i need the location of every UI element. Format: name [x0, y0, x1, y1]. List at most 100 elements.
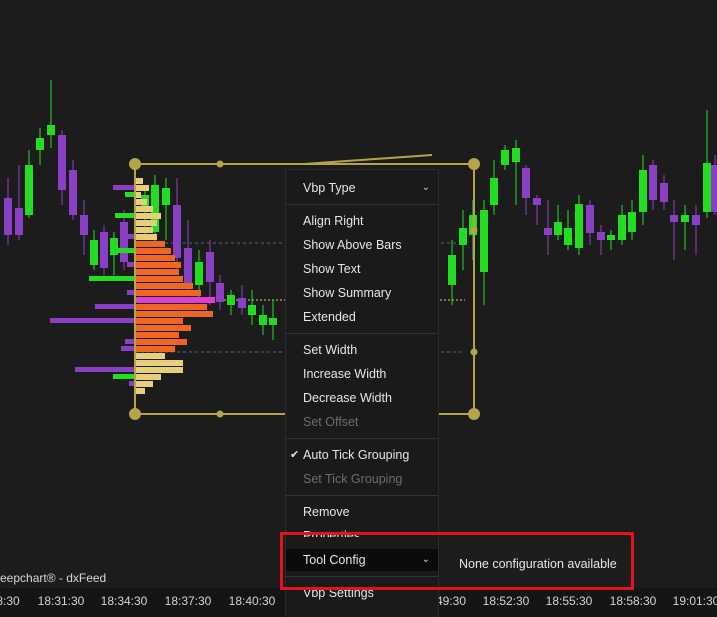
volume-profile-bar	[135, 367, 183, 373]
time-tick: 18:34:30	[100, 594, 148, 608]
volume-profile-bar	[135, 311, 213, 317]
volume-profile-delta-bar	[50, 318, 135, 323]
candle-body	[206, 252, 214, 282]
volume-profile-bar	[135, 374, 161, 380]
tool-trend-segment	[303, 154, 433, 165]
volume-profile-bar	[135, 388, 145, 394]
menu-item-auto-tick-grouping[interactable]: ✔ Auto Tick Grouping	[286, 444, 438, 466]
candle-body	[15, 208, 23, 235]
volume-profile-bar	[135, 206, 153, 212]
checkmark-icon: ✔	[290, 449, 300, 461]
time-tick: 18:31:30	[37, 594, 85, 608]
tool-handle	[470, 226, 478, 234]
candle-body	[681, 215, 689, 222]
volume-profile-delta-bar	[75, 367, 135, 372]
menu-item-extended[interactable]: Extended	[286, 306, 438, 328]
candle-body	[459, 228, 467, 245]
candle-body	[639, 170, 647, 212]
candle-body	[586, 205, 594, 233]
volume-profile-delta-bar	[127, 262, 135, 267]
candle-body	[195, 262, 203, 285]
candle-body	[522, 168, 530, 198]
candle-body	[480, 210, 488, 272]
time-tick: 19:01:30	[672, 594, 717, 608]
candle-body	[660, 183, 668, 202]
volume-profile-bar	[135, 346, 175, 352]
menu-item-set-offset: Set Offset	[303, 415, 359, 429]
candle-body	[269, 318, 277, 325]
volume-profile-bar	[135, 199, 147, 205]
time-tick: 8:30	[0, 594, 20, 608]
volume-profile-bar	[135, 262, 181, 268]
menu-item-show-text[interactable]: Show Text	[286, 258, 438, 280]
candle-body	[490, 178, 498, 205]
volume-profile-bar	[135, 178, 143, 184]
candle-body	[47, 125, 55, 135]
volume-profile-bar	[135, 339, 187, 345]
menu-item-decrease-width[interactable]: Decrease Width	[286, 387, 438, 409]
candle-body	[90, 240, 98, 265]
menu-item-show-above-bars[interactable]: Show Above Bars	[286, 234, 438, 256]
volume-profile-bar	[135, 381, 153, 387]
candle-body	[216, 283, 224, 302]
time-tick: 18:52:30	[482, 594, 530, 608]
tool-handle	[129, 408, 141, 420]
candle-body	[69, 170, 77, 215]
volume-profile-bar	[135, 227, 153, 233]
menu-divider	[286, 495, 438, 496]
menu-item-vbp-type[interactable]: Vbp Type ⌄	[286, 177, 438, 199]
candle-body	[607, 235, 615, 240]
menu-item-show-summary[interactable]: Show Summary	[286, 282, 438, 304]
volume-profile-bar	[135, 234, 157, 240]
volume-profile-bar	[135, 241, 165, 247]
candle-body	[711, 165, 717, 212]
time-tick: 18:40:30	[228, 594, 276, 608]
tool-handle	[468, 158, 480, 170]
time-tick: 18:37:30	[164, 594, 212, 608]
candle-body	[100, 232, 108, 268]
volume-profile-delta-bar	[115, 213, 135, 218]
volume-profile-delta-bar	[125, 192, 135, 197]
volume-profile-bar	[135, 185, 149, 191]
candle-body	[564, 228, 572, 245]
chevron-down-icon: ⌄	[421, 182, 430, 193]
menu-item-align-right[interactable]: Align Right	[286, 210, 438, 232]
volume-profile-bar	[135, 220, 157, 226]
volume-profile-bar	[135, 304, 207, 310]
candle-body	[649, 165, 657, 200]
menu-divider	[286, 204, 438, 205]
volume-profile-delta-bar	[113, 185, 135, 190]
candle-body	[120, 222, 128, 262]
volume-profile-bar	[135, 213, 161, 219]
tool-handle	[216, 410, 224, 418]
time-tick: 18:55:30	[545, 594, 593, 608]
candle-body	[162, 188, 170, 205]
volume-profile-bar	[135, 255, 175, 261]
candle-body	[80, 215, 88, 235]
volume-profile-delta-bar	[95, 304, 135, 309]
candle-body	[628, 212, 636, 232]
candle-body	[227, 295, 235, 305]
data-feed-attribution: eepchart® - dxFeed	[0, 571, 107, 585]
volume-profile-delta-bar	[113, 374, 135, 379]
volume-profile-delta-bar	[115, 248, 135, 253]
volume-profile-delta-bar	[89, 276, 135, 281]
volume-profile-bar	[135, 297, 215, 303]
candle-body	[248, 305, 256, 315]
volume-profile-delta-bar	[127, 290, 135, 295]
candle-body	[501, 150, 509, 165]
candle-body	[670, 215, 678, 222]
tool-handle	[468, 408, 480, 420]
volume-profile-bar	[135, 283, 193, 289]
candle-body	[36, 138, 44, 150]
volume-profile-delta-bar	[121, 234, 135, 239]
time-tick: 49:30	[435, 594, 467, 608]
tool-handle	[470, 348, 478, 356]
menu-item-set-width[interactable]: Set Width	[286, 339, 438, 361]
menu-item-increase-width[interactable]: Increase Width	[286, 363, 438, 385]
volume-profile-bar	[135, 290, 201, 296]
volume-profile-bar	[135, 318, 183, 324]
menu-item-remove[interactable]: Remove	[286, 501, 438, 523]
volume-profile-delta-bar	[121, 346, 135, 351]
volume-profile-bar	[135, 248, 171, 254]
